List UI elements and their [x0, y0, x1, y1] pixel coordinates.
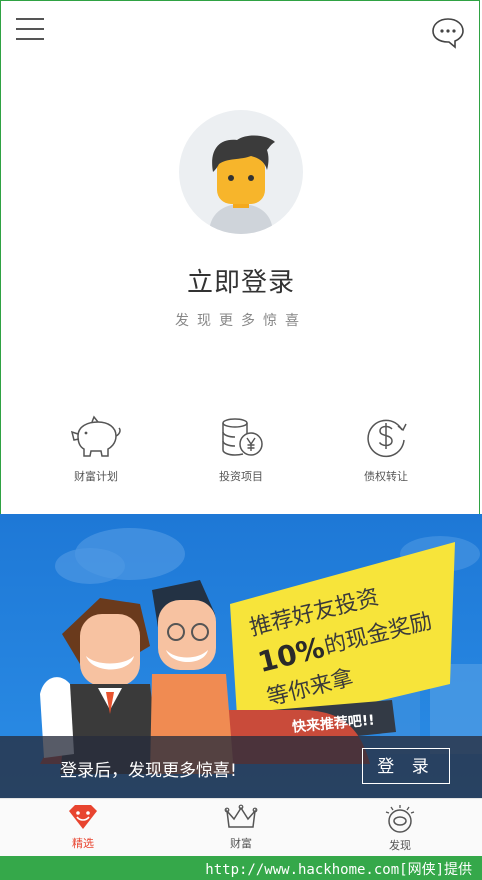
message-icon[interactable] — [430, 16, 466, 50]
tab-label: 精选 — [72, 837, 94, 850]
quick-nav-label: 投资项目 — [219, 470, 263, 483]
quick-nav-debt-transfer[interactable]: 债权转让 — [336, 414, 436, 484]
diamond-icon — [69, 805, 97, 829]
avatar[interactable] — [179, 110, 303, 234]
promo-tag: 快来推荐吧!! — [291, 711, 375, 735]
tab-label: 财富 — [230, 837, 252, 850]
watermark-bar: http://www.hackhome.com[网侠]提供 — [0, 856, 482, 880]
menu-icon[interactable] — [16, 18, 46, 44]
tab-featured[interactable]: 精选 — [38, 803, 128, 851]
login-title[interactable]: 立即登录 — [0, 262, 482, 299]
coins-yen-icon — [222, 418, 263, 456]
quick-nav-investments[interactable]: 投资项目 — [191, 414, 291, 484]
tab-discover[interactable]: 发现 — [355, 803, 445, 853]
promo-banner[interactable]: 推荐好友投资 10% 的现金奖励 等你来拿 快来推荐吧!! 登录后，发现更多惊喜… — [0, 514, 482, 798]
watermark-text: http://www.hackhome.com[网侠]提供 — [205, 862, 472, 878]
dollar-transfer-icon — [367, 419, 407, 458]
bottom-tab-bar: 精选 财富 发现 — [0, 798, 482, 857]
banner-login-prompt: 登录后，发现更多惊喜! — [60, 761, 237, 781]
quick-nav-label: 债权转让 — [364, 470, 408, 483]
quick-nav-wealth-plan[interactable]: 财富计划 — [46, 414, 146, 484]
piggy-bank-icon — [70, 415, 121, 457]
crown-icon — [224, 804, 258, 828]
quick-nav-label: 财富计划 — [74, 470, 118, 483]
login-subtitle: 发现更多惊喜 — [175, 313, 307, 329]
eye-icon — [385, 805, 415, 833]
banner-login-button[interactable]: 登 录 — [362, 748, 450, 784]
tab-wealth[interactable]: 财富 — [196, 803, 286, 851]
top-bar — [0, 0, 482, 62]
tab-label: 发现 — [389, 839, 411, 852]
